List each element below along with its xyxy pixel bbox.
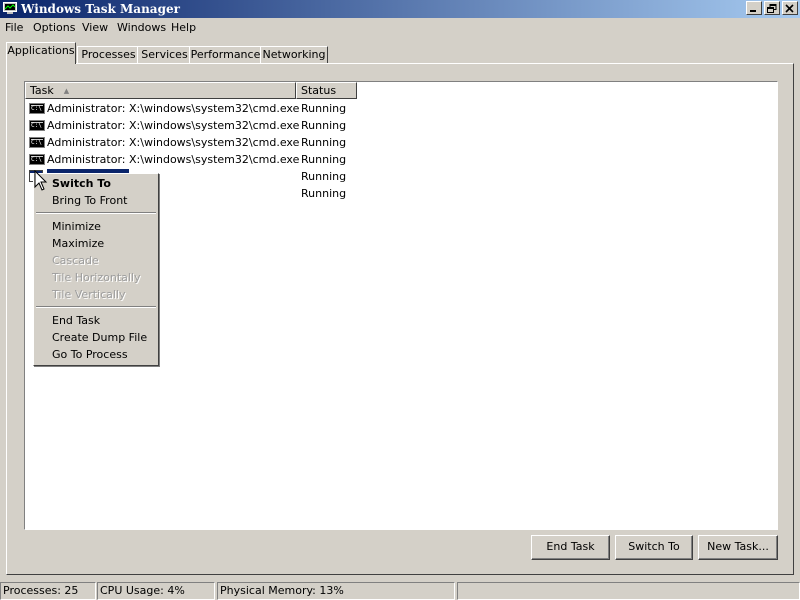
- status-processes: Processes: 25: [0, 582, 96, 600]
- column-task[interactable]: Task ▲: [25, 82, 296, 99]
- close-button[interactable]: [782, 1, 798, 15]
- menu-windows[interactable]: Windows: [117, 21, 166, 35]
- context-menu: Switch To Bring To Front Minimize Maximi…: [33, 173, 159, 366]
- menu-help[interactable]: Help: [171, 21, 196, 35]
- cmd-icon: [29, 154, 45, 165]
- status-empty: [457, 582, 800, 600]
- tab-applications[interactable]: Applications: [6, 42, 76, 64]
- menu-file[interactable]: File: [5, 21, 23, 35]
- task-status: Running: [301, 102, 347, 115]
- task-status: Running: [301, 136, 347, 149]
- mouse-cursor-icon: [34, 170, 48, 191]
- tab-performance[interactable]: Performance: [189, 46, 262, 63]
- end-task-button[interactable]: End Task: [531, 535, 610, 560]
- list-header: Task ▲ Status: [25, 82, 777, 99]
- task-row[interactable]: Administrator: X:\windows\system32\cmd.e…: [25, 117, 777, 134]
- menu-separator: [36, 212, 156, 214]
- minimize-button[interactable]: [746, 1, 762, 15]
- menu-separator: [36, 306, 156, 308]
- menu-item-tile-horizontally: Tile Horizontally: [52, 271, 141, 284]
- task-manager-icon: [3, 2, 17, 14]
- restore-icon: [767, 4, 777, 13]
- menu-item-maximize[interactable]: Maximize: [52, 237, 104, 251]
- task-status: Running: [301, 170, 347, 183]
- task-row[interactable]: Administrator: X:\windows\system32\cmd.e…: [25, 100, 777, 117]
- menu-item-minimize[interactable]: Minimize: [52, 220, 101, 234]
- menu-options[interactable]: Options: [33, 21, 75, 35]
- sort-ascending-icon: ▲: [63, 87, 70, 95]
- title-bar[interactable]: Windows Task Manager: [0, 0, 800, 18]
- cmd-icon: [29, 103, 45, 114]
- task-status: Running: [301, 187, 347, 200]
- status-physical-memory: Physical Memory: 13%: [217, 582, 455, 600]
- column-status[interactable]: Status: [296, 82, 357, 99]
- tab-services[interactable]: Services: [137, 46, 192, 63]
- task-row[interactable]: Administrator: X:\windows\system32\cmd.e…: [25, 134, 777, 151]
- status-cpu-usage: CPU Usage: 4%: [97, 582, 215, 600]
- switch-to-button[interactable]: Switch To: [615, 535, 693, 560]
- menu-view[interactable]: View: [82, 21, 108, 35]
- menu-item-switch-to[interactable]: Switch To: [52, 177, 111, 191]
- menu-item-end-task[interactable]: End Task: [52, 314, 100, 328]
- menu-item-create-dump-file[interactable]: Create Dump File: [52, 331, 147, 345]
- menu-item-bring-to-front[interactable]: Bring To Front: [52, 194, 127, 208]
- task-row[interactable]: Administrator: X:\windows\system32\cmd.e…: [25, 151, 777, 168]
- tab-processes[interactable]: Processes: [77, 46, 140, 63]
- menu-item-cascade: Cascade: [52, 254, 99, 267]
- restore-button[interactable]: [764, 1, 780, 15]
- menu-item-tile-vertically: Tile Vertically: [52, 288, 126, 301]
- column-status-label: Status: [301, 84, 337, 97]
- window-title: Windows Task Manager: [21, 2, 180, 16]
- task-name: Administrator: X:\windows\system32\cmd.e…: [47, 153, 300, 166]
- tab-networking[interactable]: Networking: [260, 46, 328, 63]
- new-task-button[interactable]: New Task...: [698, 535, 778, 560]
- task-name: Administrator: X:\windows\system32\cmd.e…: [47, 102, 300, 115]
- cmd-icon: [29, 120, 45, 131]
- task-status: Running: [301, 119, 347, 132]
- status-bar: Processes: 25 CPU Usage: 4% Physical Mem…: [0, 581, 800, 600]
- task-name: Administrator: X:\windows\system32\cmd.e…: [47, 136, 300, 149]
- minimize-icon: [750, 10, 756, 12]
- close-icon: [785, 4, 794, 13]
- menu-item-go-to-process[interactable]: Go To Process: [52, 348, 128, 362]
- cmd-icon: [29, 137, 45, 148]
- column-task-label: Task: [30, 84, 54, 97]
- task-name: Administrator: X:\windows\system32\cmd.e…: [47, 119, 300, 132]
- menu-bar: File Options View Windows Help: [0, 19, 800, 37]
- task-status: Running: [301, 153, 347, 166]
